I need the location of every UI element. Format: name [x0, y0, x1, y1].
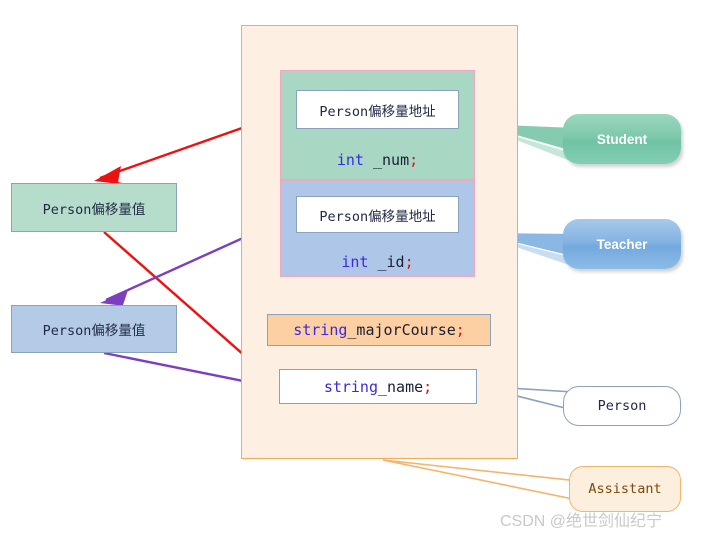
student-offset-address-cell: Person偏移量地址: [296, 90, 459, 129]
callout-teacher-label: Teacher: [596, 236, 648, 252]
callout-student-label: Student: [596, 131, 648, 147]
student-offset-address-label: Person偏移量地址: [319, 103, 436, 120]
diagram-canvas: Person偏移量地址 int _num; Person偏移量地址 int _i…: [0, 0, 705, 539]
field-num-keyword: int: [336, 151, 364, 169]
callout-teacher: Teacher: [563, 219, 681, 269]
major-course-keyword: string: [293, 321, 348, 339]
callout-assistant-label: Assistant: [588, 481, 662, 497]
value-box-teacher-offset: Person偏移量值: [11, 305, 177, 353]
field-num-semicolon: ;: [409, 151, 419, 169]
field-id-semicolon: ;: [404, 253, 414, 271]
field-id-keyword: int: [341, 253, 369, 271]
name-identifier: _name: [378, 377, 424, 396]
assistant-leader-tail: [382, 459, 579, 501]
teacher-offset-address-label: Person偏移量地址: [319, 208, 436, 225]
callout-person-label: Person: [597, 398, 647, 414]
teacher-offset-address-cell: Person偏移量地址: [296, 196, 459, 233]
watermark: CSDN @绝世剑仙纪宁: [500, 513, 663, 530]
field-id: int _id;: [280, 253, 475, 271]
callout-person: Person: [563, 386, 681, 426]
value-box-teacher-offset-label: Person偏移量值: [42, 323, 146, 339]
value-box-student-offset: Person偏移量值: [11, 183, 177, 232]
callout-student: Student: [563, 114, 681, 164]
major-course-identifier: _majorCourse: [347, 321, 456, 339]
name-semicolon: ;: [423, 377, 433, 396]
callout-assistant: Assistant: [569, 466, 681, 512]
field-id-identifier: _id: [368, 253, 405, 271]
member-row-name: string _name;: [279, 369, 477, 404]
field-num-identifier: _num: [363, 151, 410, 169]
field-num: int _num;: [280, 151, 475, 169]
member-row-major-course: string _majorCourse;: [267, 314, 491, 346]
name-keyword: string: [323, 377, 378, 396]
value-box-student-offset-label: Person偏移量值: [42, 201, 146, 218]
major-course-semicolon: ;: [455, 321, 465, 339]
